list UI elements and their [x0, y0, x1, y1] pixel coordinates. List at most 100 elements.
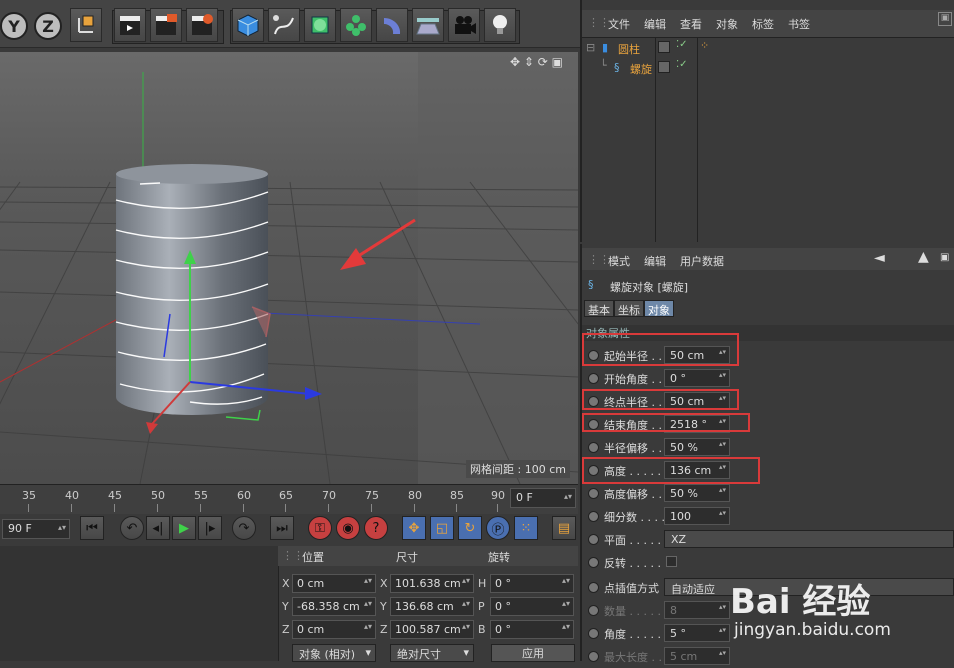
object-row-helix[interactable]: └ § 螺旋 ⁚✓	[584, 59, 954, 78]
layer-icon[interactable]	[658, 41, 670, 53]
object-row-cylinder[interactable]: ⊟ ▮ 圆柱 ⁚✓ ⁘	[584, 39, 954, 58]
floor-button[interactable]	[412, 8, 444, 42]
key-scale-button[interactable]: ◱	[430, 516, 454, 540]
animate-radio-icon[interactable]	[588, 651, 599, 662]
rotation-field[interactable]: 0 ° ▴▾	[490, 574, 574, 593]
object-name[interactable]: 圆柱	[618, 41, 640, 57]
tab-basic[interactable]: 基本	[584, 300, 614, 317]
menu-view[interactable]: 查看	[680, 16, 702, 32]
height-bias-field[interactable]: 50 % ▴▾	[664, 484, 730, 502]
visibility-check-icon[interactable]: ⁚✓	[676, 39, 688, 50]
go-to-start-button[interactable]: ⏮	[80, 516, 104, 540]
tree-collapse-icon[interactable]: ⊟	[586, 41, 595, 54]
light-button[interactable]	[484, 8, 516, 42]
animate-radio-icon[interactable]	[588, 511, 599, 522]
rotation-field[interactable]: 0 ° ▴▾	[490, 620, 574, 639]
rotation-field[interactable]: 0 ° ▴▾	[490, 597, 574, 616]
autokey-button[interactable]: ◉	[336, 516, 360, 540]
previous-frame-button[interactable]: ◂|	[146, 516, 170, 540]
animate-radio-icon[interactable]	[588, 534, 599, 545]
menu-tags[interactable]: 标签	[752, 16, 774, 32]
number-field[interactable]: 8 ▴▾	[664, 601, 730, 619]
coord-mode-dropdown[interactable]: 对象 (相对) ▾	[292, 644, 376, 662]
current-frame-field[interactable]: 0 F ▴▾	[510, 488, 576, 508]
size-mode-dropdown[interactable]: 绝对尺寸 ▾	[390, 644, 474, 662]
timeline-view-button[interactable]: ▤	[552, 516, 576, 540]
layer-icon[interactable]	[658, 61, 670, 73]
plane-field[interactable]: XZ	[664, 530, 954, 548]
cube-primitive-button[interactable]	[232, 8, 264, 42]
maximize-view-icon[interactable]: ▣	[552, 55, 563, 69]
up-arrow-icon[interactable]: ▲	[918, 249, 929, 265]
size-field[interactable]: 136.68 cm ▴▾	[390, 597, 474, 616]
panel-menu-icon[interactable]: ▣	[940, 252, 949, 263]
tab-object[interactable]: 对象	[644, 300, 674, 317]
visibility-check-icon[interactable]: ⁚✓	[676, 59, 688, 70]
tab-coord[interactable]: 坐标	[614, 300, 644, 317]
lock-y-axis-button[interactable]: Y	[0, 12, 28, 40]
menu-bookmarks[interactable]: 书签	[788, 16, 810, 32]
back-arrow-icon[interactable]: ◄	[874, 250, 885, 266]
radius-bias-field[interactable]: 50 % ▴▾	[664, 438, 730, 456]
max-length-field[interactable]: 5 cm ▴▾	[664, 647, 730, 665]
lock-z-axis-button[interactable]: Z	[34, 12, 62, 40]
keyframe-help-button[interactable]: ?	[364, 516, 388, 540]
camera-button[interactable]	[448, 8, 480, 42]
object-name[interactable]: 螺旋	[630, 61, 652, 77]
end-frame-field[interactable]: 90 F ▴▾	[2, 519, 70, 539]
apply-button[interactable]: 应用	[491, 644, 575, 662]
coordinate-system-button[interactable]	[70, 8, 102, 42]
subdivision-surface-button[interactable]	[304, 8, 336, 42]
material-tag-icon[interactable]: ⁘	[700, 39, 709, 52]
menu-user-data[interactable]: 用户数据	[680, 253, 724, 269]
animate-radio-icon[interactable]	[588, 605, 599, 616]
deformer-button[interactable]	[376, 8, 408, 42]
record-key-button[interactable]: ⚿	[308, 516, 332, 540]
animate-radio-icon[interactable]	[588, 488, 599, 499]
next-key-button[interactable]: ↷	[232, 516, 256, 540]
next-frame-button[interactable]: |▸	[198, 516, 222, 540]
menu-objects[interactable]: 对象	[716, 16, 738, 32]
menu-edit[interactable]: 编辑	[644, 16, 666, 32]
key-parameter-button[interactable]: Ⓟ	[486, 516, 510, 540]
go-to-end-button[interactable]: ⏭	[270, 516, 294, 540]
rotate-view-icon[interactable]: ⟳	[538, 55, 548, 69]
key-position-button[interactable]: ✥	[402, 516, 426, 540]
menu-edit[interactable]: 编辑	[644, 253, 666, 269]
previous-key-button[interactable]: ↶	[120, 516, 144, 540]
timeline-tick-label: 40	[65, 489, 79, 502]
animate-radio-icon[interactable]	[588, 582, 599, 593]
render-view-button[interactable]	[114, 8, 146, 42]
viewport-nav-icons[interactable]: ✥ ⇕ ⟳ ▣	[510, 55, 576, 71]
animate-radio-icon[interactable]	[588, 442, 599, 453]
panel-menu-icon[interactable]: ▣	[938, 12, 952, 26]
move-view-icon[interactable]: ✥	[510, 55, 520, 69]
animate-radio-icon[interactable]	[588, 628, 599, 639]
menu-file[interactable]: 文件	[608, 16, 630, 32]
animate-radio-icon[interactable]	[588, 557, 599, 568]
start-angle-field[interactable]: 0 ° ▴▾	[664, 369, 730, 387]
size-field[interactable]: 101.638 cm ▴▾	[390, 574, 474, 593]
grid-spacing-label: 网格间距 : 100 cm	[466, 460, 570, 478]
render-picture-viewer-button[interactable]	[150, 8, 182, 42]
key-rotation-button[interactable]: ↻	[458, 516, 482, 540]
subdivisions-field[interactable]: 100 ▴▾	[664, 507, 730, 525]
menu-mode[interactable]: 模式	[608, 253, 630, 269]
reverse-checkbox[interactable]	[666, 556, 677, 567]
spline-pen-button[interactable]	[268, 8, 300, 42]
cloner-button[interactable]	[340, 8, 372, 42]
angle-field[interactable]: 5 ° ▴▾	[664, 624, 730, 642]
position-field[interactable]: 0 cm ▴▾	[292, 574, 376, 593]
size-field[interactable]: 100.587 cm ▴▾	[390, 620, 474, 639]
position-field[interactable]: 0 cm ▴▾	[292, 620, 376, 639]
zoom-view-icon[interactable]: ⇕	[524, 55, 534, 69]
animate-radio-icon[interactable]	[588, 373, 599, 384]
panel-grip-icon: ⋮⋮	[282, 549, 304, 562]
play-button[interactable]: ▶	[172, 516, 196, 540]
timeline-tick	[414, 504, 415, 512]
position-field[interactable]: -68.358 cm ▴▾	[292, 597, 376, 616]
key-point-level-button[interactable]: ⁙	[514, 516, 538, 540]
render-settings-button[interactable]	[186, 8, 218, 42]
viewport-scene	[0, 52, 578, 484]
3d-viewport[interactable]: 网格间距 : 100 cm	[0, 52, 578, 484]
